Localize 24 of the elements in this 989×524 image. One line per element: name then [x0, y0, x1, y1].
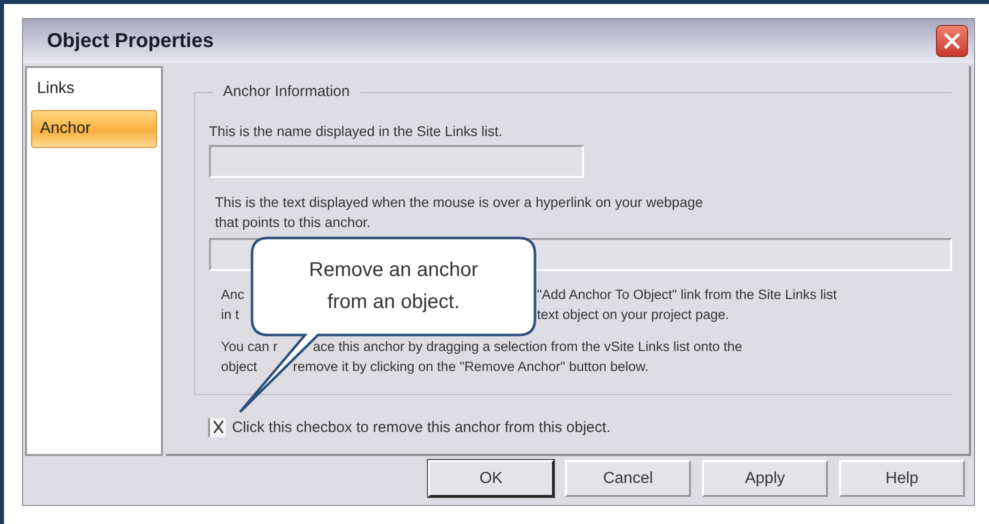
sidebar-item[interactable]: Links	[31, 78, 157, 100]
dialog-button[interactable]: Cancel	[565, 460, 691, 497]
instruction-text: text object on your project page.	[537, 306, 730, 324]
instruction-text: in t	[221, 307, 240, 322]
sidebar-item[interactable]: Anchor	[31, 110, 157, 148]
instruction-text: ace this anchor by dragging a selection from the vSite Links list onto the	[313, 338, 742, 356]
hint-text: This is the name displayed in the Site Links list.	[209, 122, 504, 141]
instruction-text: You can r	[221, 339, 278, 354]
instruction-text: remove it by clicking on the "Remove Anchor" button below.	[293, 358, 649, 376]
x-mark-icon	[212, 420, 224, 434]
instruction-text: Anc	[221, 287, 244, 302]
dialog-button[interactable]: Help	[839, 460, 965, 497]
hint-text: This is the text displayed when the mouse is over a hyperlink on your webpage that points to this anchor.	[215, 193, 704, 232]
remove-checkbox[interactable]	[208, 418, 226, 436]
dialog-button[interactable]: Apply	[702, 460, 828, 497]
callout-text: Remove an anchor from an object.	[308, 258, 479, 315]
checkbox-label: Click this checbox to remove this anchor from this object.	[232, 418, 610, 436]
name-field[interactable]	[209, 145, 584, 178]
close-button[interactable]	[936, 25, 968, 57]
window-title: Object Properties	[47, 30, 214, 52]
instruction-text: object	[221, 359, 258, 374]
instruction-text: "Add Anchor To Object" link from the Site Links list	[537, 286, 837, 304]
dialog-button[interactable]: OK	[428, 460, 554, 497]
close-icon	[942, 31, 962, 51]
